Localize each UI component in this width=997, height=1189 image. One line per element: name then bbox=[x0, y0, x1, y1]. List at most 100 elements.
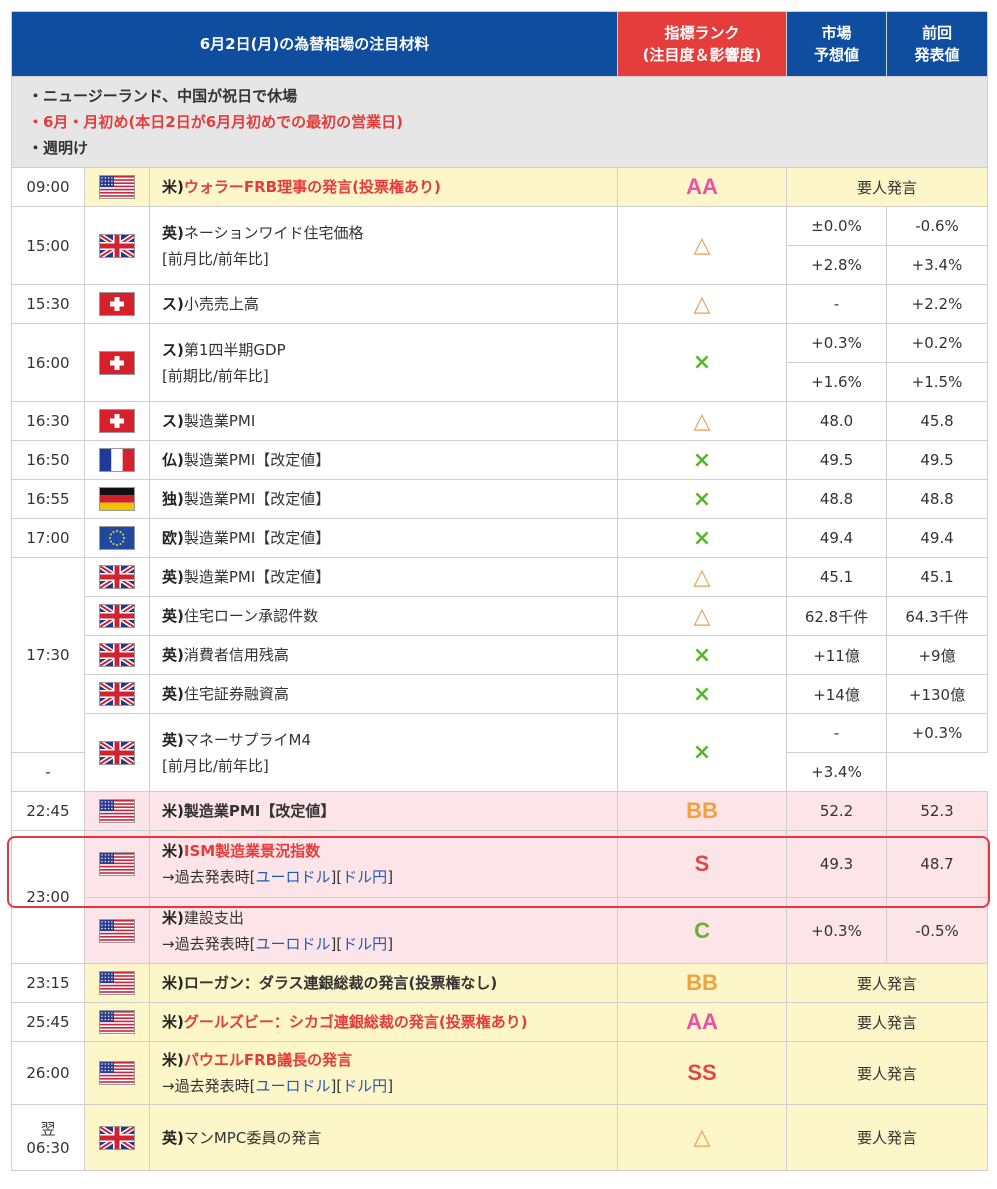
time-text: 15:00 bbox=[26, 236, 70, 255]
time-cell: 16:55 bbox=[11, 479, 85, 519]
event-title-line: 米)ローガン：ダラス連銀総裁の発言(投票権なし) bbox=[162, 970, 617, 996]
uk-flag-icon bbox=[99, 740, 135, 765]
event-title: マネーサプライM4 bbox=[183, 730, 312, 749]
event-title-line: 英)住宅証券融資高 bbox=[162, 681, 617, 707]
eurusd-link[interactable]: ユーロドル bbox=[255, 935, 330, 953]
us-flag-icon bbox=[99, 175, 135, 199]
bracket: ] bbox=[387, 868, 394, 886]
event-row: 15:00 英)ネーションワイド住宅価格 [前月比/前年比] △ ±0.0% -0.6% bbox=[11, 206, 989, 285]
event-name-cell: 仏)製造業PMI【改定値】 bbox=[148, 440, 619, 480]
country-flag-cell bbox=[84, 1002, 150, 1042]
note-line: ・6月・月初め(本日2日が6月月初めでの最初の営業日) bbox=[28, 113, 404, 131]
country-prefix: 英) bbox=[162, 685, 184, 703]
forecast-value: 48.8 bbox=[819, 490, 854, 508]
calendar-page: 6月2日(月)の為替相場の注目材料 指標ランク (注目度＆影響度) 市場 予想値… bbox=[0, 0, 997, 1189]
country-flag-cell bbox=[84, 830, 150, 898]
previous-cell: 48.8 bbox=[886, 479, 989, 519]
rank-badge: △ bbox=[693, 291, 711, 317]
rank-cell: × bbox=[617, 713, 788, 792]
event-row: 16:00 ス)第1四半期GDP [前期比/前年比] × +0.3% +0.2% bbox=[11, 323, 989, 402]
uk-flag-icon bbox=[99, 565, 135, 589]
previous-cell: 48.7 bbox=[886, 830, 989, 898]
usdjpy-link[interactable]: ドル円 bbox=[342, 868, 387, 886]
forecast-cell: 45.1 bbox=[786, 557, 888, 597]
time-text: 16:30 bbox=[26, 412, 70, 430]
event-name-cell: 米)ISM製造業景況指数 →過去発表時[ユーロドル][ドル円] bbox=[148, 830, 619, 898]
previous-cell: +0.2% bbox=[886, 323, 989, 363]
forecast-value: - bbox=[45, 763, 51, 781]
previous-value: +0.2% bbox=[911, 334, 963, 352]
previous-cell: +9億 bbox=[886, 635, 989, 675]
time-text: 17:00 bbox=[26, 529, 70, 547]
event-title: 建設支出 bbox=[183, 908, 244, 927]
country-prefix: 米) bbox=[162, 908, 184, 927]
rank-badge: △ bbox=[693, 1125, 711, 1150]
economic-calendar-table: 6月2日(月)の為替相場の注目材料 指標ランク (注目度＆影響度) 市場 予想値… bbox=[10, 11, 989, 1171]
forecast-cell: - bbox=[786, 284, 888, 324]
uk-flag-icon bbox=[99, 1125, 135, 1150]
time-text: 15:30 bbox=[26, 295, 70, 313]
country-flag-cell bbox=[84, 713, 150, 792]
forecast-cell: 49.5 bbox=[786, 440, 888, 480]
speech-cell: 要人発言 bbox=[786, 1002, 989, 1042]
country-prefix: ス) bbox=[162, 340, 184, 359]
rank-cell: △ bbox=[617, 206, 788, 285]
country-prefix: 英) bbox=[162, 730, 184, 749]
previous-cell: 52.3 bbox=[886, 791, 989, 831]
previous-column-header: 前回 発表値 bbox=[886, 11, 989, 77]
forecast-value: +14億 bbox=[813, 685, 860, 704]
time-cell: 16:00 bbox=[11, 323, 85, 402]
time-text: 23:00 bbox=[26, 888, 70, 906]
forecast-value: ±0.0% bbox=[811, 217, 862, 235]
event-row: 英)消費者信用残高 × +11億 +9億 bbox=[12, 635, 989, 675]
country-prefix: 米) bbox=[162, 1013, 184, 1031]
usdjpy-link[interactable]: ドル円 bbox=[342, 935, 387, 953]
event-title: 小売売上高 bbox=[183, 295, 259, 313]
time-cell: 17:00 bbox=[11, 518, 85, 558]
event-row: 17:00 欧)製造業PMI【改定値】 × 49.4 49.4 bbox=[11, 518, 989, 558]
us-flag-icon bbox=[99, 799, 135, 823]
event-title: 消費者信用残高 bbox=[183, 646, 289, 664]
rank-cell: C bbox=[617, 897, 788, 964]
swiss-flag-icon bbox=[99, 350, 135, 375]
forecast-value: 48.0 bbox=[819, 412, 854, 430]
country-flag-cell bbox=[84, 440, 150, 480]
previous-value: 52.3 bbox=[920, 802, 954, 820]
event-title-line: 独)製造業PMI【改定値】 bbox=[162, 486, 617, 512]
previous-value: +9億 bbox=[918, 646, 956, 665]
country-prefix: 米) bbox=[162, 974, 184, 992]
event-title-line: ス)製造業PMI bbox=[162, 408, 617, 434]
rank-cell: × bbox=[617, 635, 788, 675]
forecast-cell: 48.8 bbox=[786, 479, 888, 519]
event-name-cell: 英)住宅ローン承認件数 bbox=[148, 596, 619, 636]
france-flag-icon bbox=[99, 448, 135, 472]
event-subtitle: [前月比/前年比] bbox=[162, 756, 269, 775]
rank-badge: BB bbox=[686, 970, 718, 995]
note-line: ・週明け bbox=[28, 139, 89, 157]
uk-flag-icon bbox=[99, 682, 135, 706]
usdjpy-link[interactable]: ドル円 bbox=[342, 1077, 387, 1095]
previous-value: +2.2% bbox=[911, 295, 963, 313]
event-row: 23:15 米)ローガン：ダラス連銀総裁の発言(投票権なし) BB 要人発言 bbox=[11, 963, 989, 1003]
forecast-value: - bbox=[833, 295, 840, 313]
country-flag-cell bbox=[84, 206, 150, 285]
eu-flag-icon bbox=[99, 526, 135, 550]
forecast-cell: 62.8千件 bbox=[786, 596, 888, 636]
swiss-flag-icon bbox=[99, 409, 135, 433]
country-flag-cell bbox=[84, 1041, 150, 1105]
event-name-cell: 英)消費者信用残高 bbox=[148, 635, 619, 675]
rank-cell: S bbox=[617, 830, 788, 898]
past-release-links: →過去発表時[ユーロドル][ドル円] bbox=[162, 864, 617, 890]
event-name-cell: ス)小売売上高 bbox=[148, 284, 619, 324]
event-name-cell: 英)住宅証券融資高 bbox=[148, 674, 619, 714]
market-notes: ・ニュージーランド、中国が祝日で休場 ・6月・月初め(本日2日が6月月初めでの最… bbox=[10, 76, 989, 168]
forecast-value: - bbox=[833, 724, 840, 742]
germany-flag-icon bbox=[99, 487, 135, 511]
eurusd-link[interactable]: ユーロドル bbox=[255, 1077, 330, 1095]
country-prefix: ス) bbox=[162, 295, 184, 313]
forecast-value: 49.3 bbox=[819, 855, 854, 873]
event-row: 米)建設支出 →過去発表時[ユーロドル][ドル円] C +0.3% -0.5% bbox=[12, 897, 989, 964]
eurusd-link[interactable]: ユーロドル bbox=[255, 868, 330, 886]
previous-cell: 45.8 bbox=[886, 401, 989, 441]
time-cell: 23:15 bbox=[11, 963, 85, 1003]
